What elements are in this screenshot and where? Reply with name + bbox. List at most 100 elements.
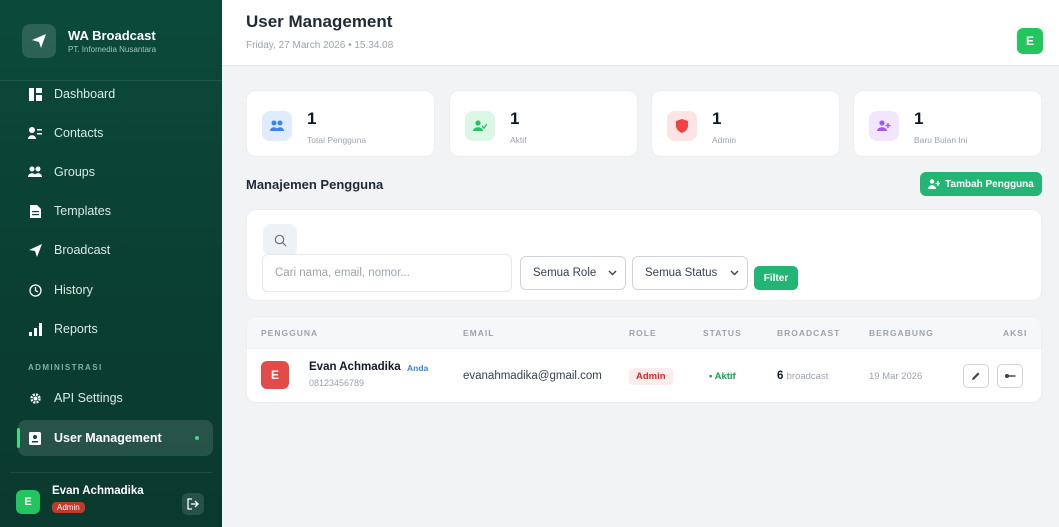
gear-icon (28, 391, 42, 405)
sidebar-item-label: Templates (54, 204, 111, 218)
page-header: User Management Friday, 27 March 2026 • … (222, 0, 1059, 66)
sidebar-item-label: History (54, 283, 93, 297)
active-dot (195, 436, 199, 440)
stat-value: 1 (914, 109, 924, 128)
column-header: EMAIL (463, 328, 495, 338)
sidebar-item-label: Broadcast (54, 243, 111, 257)
status-select-value: Semua Status (645, 267, 718, 279)
filter-panel: Semua Role Semua Status Filter (246, 209, 1042, 301)
send-icon (28, 243, 42, 257)
shield-icon (667, 111, 697, 141)
brand[interactable]: WA Broadcast PT. Infomedia Nusantara (10, 10, 212, 72)
role-select-value: Semua Role (533, 267, 597, 279)
column-header: BERGABUNG (869, 328, 934, 338)
broadcast-count: 6 (777, 370, 784, 382)
add-user-button[interactable]: Tambah Pengguna (920, 172, 1042, 196)
stat-value: 1 (510, 109, 520, 128)
filter-button[interactable]: Filter (754, 266, 798, 290)
chevron-down-icon (608, 270, 617, 276)
user-check-icon (465, 111, 495, 141)
groups-icon (28, 165, 42, 179)
logout-icon (187, 498, 199, 510)
status-select[interactable]: Semua Status (632, 256, 748, 290)
active-indicator (17, 428, 20, 448)
sidebar-item-label: Groups (54, 165, 95, 179)
send-icon (22, 24, 56, 58)
reports-icon (28, 322, 42, 336)
sidebar-item-label: Contacts (54, 126, 104, 140)
key-icon (1005, 374, 1016, 378)
page-title: User Management (246, 12, 393, 31)
broadcast-count-cell: 6 broadcast (777, 370, 828, 382)
sidebar-user: E Evan Achmadika Admin (10, 472, 212, 522)
brand-title: WA Broadcast (68, 28, 156, 43)
sidebar-item-reports[interactable]: Reports (18, 311, 213, 347)
column-header: AKSI (1003, 328, 1028, 338)
sidebar-item-label: Dashboard (54, 87, 116, 101)
stat-card-total: 1 Total Pengguna (246, 90, 435, 157)
current-user-tag: Anda (407, 363, 429, 373)
sidebar-item-groups[interactable]: Groups (18, 154, 213, 190)
user-plus-icon (869, 111, 899, 141)
sidebar-item-broadcast[interactable]: Broadcast (18, 232, 213, 268)
search-icon (263, 224, 297, 256)
add-user-label: Tambah Pengguna (945, 178, 1034, 190)
table-row: E Evan Achmadika Anda 08123456789 evanah… (247, 349, 1041, 402)
user-email: evanahmadika@gmail.com (463, 370, 602, 382)
sidebar-item-api-settings[interactable]: API Settings (18, 380, 213, 416)
sidebar-item-label: User Management (54, 431, 162, 445)
joined-date: 19 Mar 2026 (869, 371, 923, 382)
sidebar-item-history[interactable]: History (18, 272, 213, 308)
status-badge: • Aktif (709, 371, 736, 382)
stat-label: Total Pengguna (307, 135, 367, 145)
brand-subtitle: PT. Infomedia Nusantara (68, 45, 157, 54)
sidebar-section-label: ADMINISTRASI (28, 363, 103, 372)
column-header: STATUS (703, 328, 742, 338)
avatar: E (261, 361, 289, 389)
logout-button[interactable] (182, 493, 204, 515)
reset-password-button[interactable] (997, 364, 1023, 388)
templates-icon (28, 204, 42, 218)
user-role-badge: Admin (52, 501, 85, 513)
stat-label: Baru Bulan Ini (914, 135, 968, 145)
column-header: BROADCAST (777, 328, 841, 338)
broadcast-label: broadcast (786, 371, 829, 382)
sidebar-item-contacts[interactable]: Contacts (18, 115, 213, 151)
dashboard-icon (28, 87, 42, 101)
sidebar-item-label: Reports (54, 322, 98, 336)
page-date: Friday, 27 March 2026 • 15.34.08 (246, 40, 394, 51)
avatar[interactable]: E (1017, 28, 1043, 54)
users-icon (262, 111, 292, 141)
avatar[interactable]: E (16, 489, 40, 514)
stat-card-new: 1 Baru Bulan Ini (853, 90, 1042, 157)
stat-value: 1 (307, 109, 317, 128)
search-input[interactable] (262, 254, 512, 292)
sidebar-item-dashboard[interactable]: Dashboard (18, 76, 213, 112)
sidebar-item-label: API Settings (54, 391, 123, 405)
table-header: PENGGUNA EMAIL ROLE STATUS BROADCAST BER… (247, 317, 1041, 349)
user-name: Evan Achmadika (52, 484, 144, 497)
stat-card-active: 1 Aktif (449, 90, 638, 157)
column-header: PENGGUNA (261, 328, 319, 338)
contacts-icon (28, 126, 42, 140)
sidebar: WA Broadcast PT. Infomedia Nusantara Das… (0, 0, 222, 527)
stat-label: Admin (712, 135, 737, 145)
history-icon (28, 283, 42, 297)
user-name: Evan Achmadika (309, 361, 401, 373)
stat-label: Aktif (510, 135, 527, 145)
pencil-icon (972, 372, 980, 380)
sidebar-item-user-management[interactable]: User Management (17, 420, 213, 456)
user-plus-icon (928, 179, 941, 189)
stat-value: 1 (712, 109, 722, 128)
user-card-icon (28, 431, 42, 445)
edit-button[interactable] (963, 364, 989, 388)
role-select[interactable]: Semua Role (520, 256, 626, 290)
section-title: Manajemen Pengguna (246, 177, 384, 192)
role-badge: Admin (629, 368, 673, 385)
sidebar-item-templates[interactable]: Templates (18, 193, 213, 229)
stat-card-admin: 1 Admin (651, 90, 840, 157)
user-phone: 08123456789 (309, 378, 365, 388)
chevron-down-icon (730, 270, 739, 276)
users-table: PENGGUNA EMAIL ROLE STATUS BROADCAST BER… (246, 316, 1042, 403)
column-header: ROLE (629, 328, 657, 338)
